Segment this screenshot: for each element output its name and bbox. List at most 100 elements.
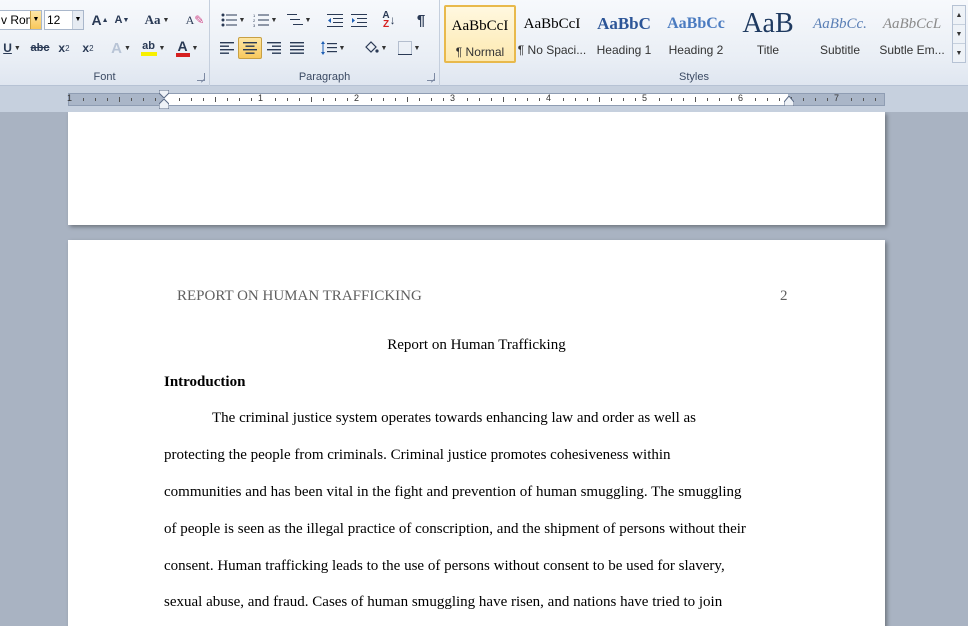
body-line: consent. Human trafficking leads to the …	[164, 558, 725, 574]
change-case-button[interactable]: Aa ▼	[142, 9, 172, 31]
bullets-button[interactable]: ▼	[218, 9, 248, 31]
font-size-combo[interactable]: 12 ▼	[44, 10, 84, 30]
line-spacing-button[interactable]: ▼	[318, 37, 348, 59]
style-sample: AaBbCcI	[523, 15, 581, 32]
page-2[interactable]: REPORT ON HUMAN TRAFFICKING 2 Report on …	[68, 240, 885, 626]
ruler-tick	[491, 98, 492, 101]
ruler-tick	[527, 98, 528, 101]
underline-button[interactable]: U ▼	[0, 37, 24, 59]
paragraph-group-label: Paragraph	[298, 71, 351, 83]
font-size-dropdown-icon[interactable]: ▼	[72, 11, 83, 29]
ruler-tick	[803, 98, 804, 101]
ruler-number: 1	[258, 93, 264, 103]
style-sample: AaB	[742, 8, 794, 39]
ruler-tick	[719, 98, 720, 101]
show-formatting-marks-button[interactable]: ¶	[410, 9, 432, 31]
increase-indent-button[interactable]	[348, 9, 370, 31]
style-subtitle[interactable]: AaBbCc. Subtitle	[804, 5, 876, 63]
ruler-tick	[371, 98, 372, 101]
shading-button[interactable]: ▼	[360, 37, 390, 59]
style-name: ¶ Normal	[455, 45, 505, 59]
ruler-tick	[323, 98, 324, 101]
strikethrough-button[interactable]: abc	[28, 37, 52, 59]
style-heading-1[interactable]: AaBbC Heading 1	[588, 5, 660, 63]
document-title: Report on Human Trafficking	[387, 337, 566, 353]
style-title[interactable]: AaB Title	[732, 5, 804, 63]
svg-text:3: 3	[253, 23, 256, 27]
subscript-button[interactable]: x2	[54, 37, 74, 59]
document-area[interactable]: REPORT ON HUMAN TRAFFICKING 2 Report on …	[0, 112, 968, 626]
paragraph-dialog-launcher-icon[interactable]	[427, 73, 435, 81]
ruler-tick	[779, 98, 780, 101]
subscript-icon: x	[58, 41, 66, 55]
paint-bucket-icon	[364, 41, 379, 53]
hanging-indent-marker-icon[interactable]	[159, 99, 169, 109]
ruler-tick	[203, 98, 204, 101]
ruler-tick	[851, 98, 852, 101]
style-name: Heading 2	[668, 43, 724, 57]
ruler-tick	[107, 98, 108, 101]
ruler-number: 6	[738, 93, 744, 103]
justify-button[interactable]	[286, 37, 308, 59]
clear-formatting-button[interactable]: A✎	[184, 9, 206, 31]
style-sample: AaBbCcL	[882, 15, 942, 32]
style-normal[interactable]: AaBbCcI ¶ Normal	[444, 5, 516, 63]
font-color-button[interactable]: A ▼	[172, 37, 202, 59]
shrink-font-button[interactable]: A ▼	[112, 9, 132, 31]
line-spacing-icon	[320, 41, 337, 55]
ruler-tick	[443, 98, 444, 101]
font-name-combo[interactable]: v Rom ▼	[0, 10, 42, 30]
ruler-tick	[875, 98, 876, 101]
numbering-button[interactable]: 1 2 3 ▼	[250, 9, 280, 31]
right-indent-marker-icon[interactable]	[784, 96, 794, 106]
page-1-bottom[interactable]	[68, 112, 885, 225]
ruler-number: 3	[450, 93, 456, 103]
ruler-tick	[299, 98, 300, 101]
style-heading-2[interactable]: AaBbCc Heading 2	[660, 5, 732, 63]
ruler-tick	[467, 98, 468, 101]
text-effects-button[interactable]: A ▼	[108, 37, 134, 59]
ribbon: v Rom ▼ 12 ▼ A ▲ A ▼ Aa ▼ A✎ U ▼ abc x2 x2	[0, 0, 968, 86]
borders-button[interactable]: ▼	[394, 37, 424, 59]
gallery-down-icon[interactable]: ▼	[953, 25, 965, 44]
font-name-dropdown-icon[interactable]: ▼	[30, 11, 41, 29]
ruler-number: 2	[354, 93, 360, 103]
align-right-button[interactable]	[263, 37, 285, 59]
strikethrough-icon: abc	[30, 42, 50, 54]
font-group-label: Font	[93, 71, 116, 83]
multilevel-list-icon	[286, 14, 303, 25]
style-no-spacing[interactable]: AaBbCcI ¶ No Spaci...	[516, 5, 588, 63]
first-line-indent-marker-icon[interactable]	[159, 90, 169, 98]
ruler-tick	[131, 98, 132, 101]
ruler-tick	[671, 98, 672, 101]
align-center-button[interactable]	[238, 37, 262, 59]
body-line: protecting the people from criminals. Cr…	[164, 447, 671, 463]
style-name: Heading 1	[596, 43, 652, 57]
font-dialog-launcher-icon[interactable]	[197, 73, 205, 81]
body-line: sexual abuse, and fraud. Cases of human …	[164, 594, 723, 610]
superscript-button[interactable]: x2	[78, 37, 98, 59]
decrease-indent-button[interactable]	[324, 9, 346, 31]
ruler-tick	[215, 97, 216, 102]
ruler-tick	[119, 97, 120, 102]
align-left-button[interactable]	[216, 37, 238, 59]
bullets-icon	[221, 13, 237, 27]
underline-icon: U	[3, 41, 12, 55]
horizontal-ruler[interactable]: 1 1 2 3 4 5 6 7	[67, 90, 885, 109]
ruler-tick	[155, 98, 156, 101]
sort-button[interactable]: A Z ↓	[378, 9, 400, 31]
styles-gallery-scroll: ▲ ▼ ▼	[952, 5, 966, 63]
numbering-icon: 123	[253, 13, 269, 27]
body-line: The criminal justice system operates tow…	[212, 410, 697, 426]
gallery-up-icon[interactable]: ▲	[953, 6, 965, 25]
style-subtle-emphasis[interactable]: AaBbCcL Subtle Em...	[876, 5, 948, 63]
increase-indent-icon	[351, 14, 367, 27]
multilevel-list-button[interactable]: ▼	[284, 9, 314, 31]
highlight-button[interactable]: ab ▼	[138, 37, 168, 59]
ruler-tick	[335, 98, 336, 101]
grow-font-button[interactable]: A ▲	[90, 9, 110, 31]
ruler-tick	[587, 98, 588, 101]
ruler-tick	[659, 98, 660, 101]
gallery-more-icon[interactable]: ▼	[953, 44, 965, 63]
font-group: v Rom ▼ 12 ▼ A ▲ A ▼ Aa ▼ A✎ U ▼ abc x2 x2	[0, 0, 210, 86]
